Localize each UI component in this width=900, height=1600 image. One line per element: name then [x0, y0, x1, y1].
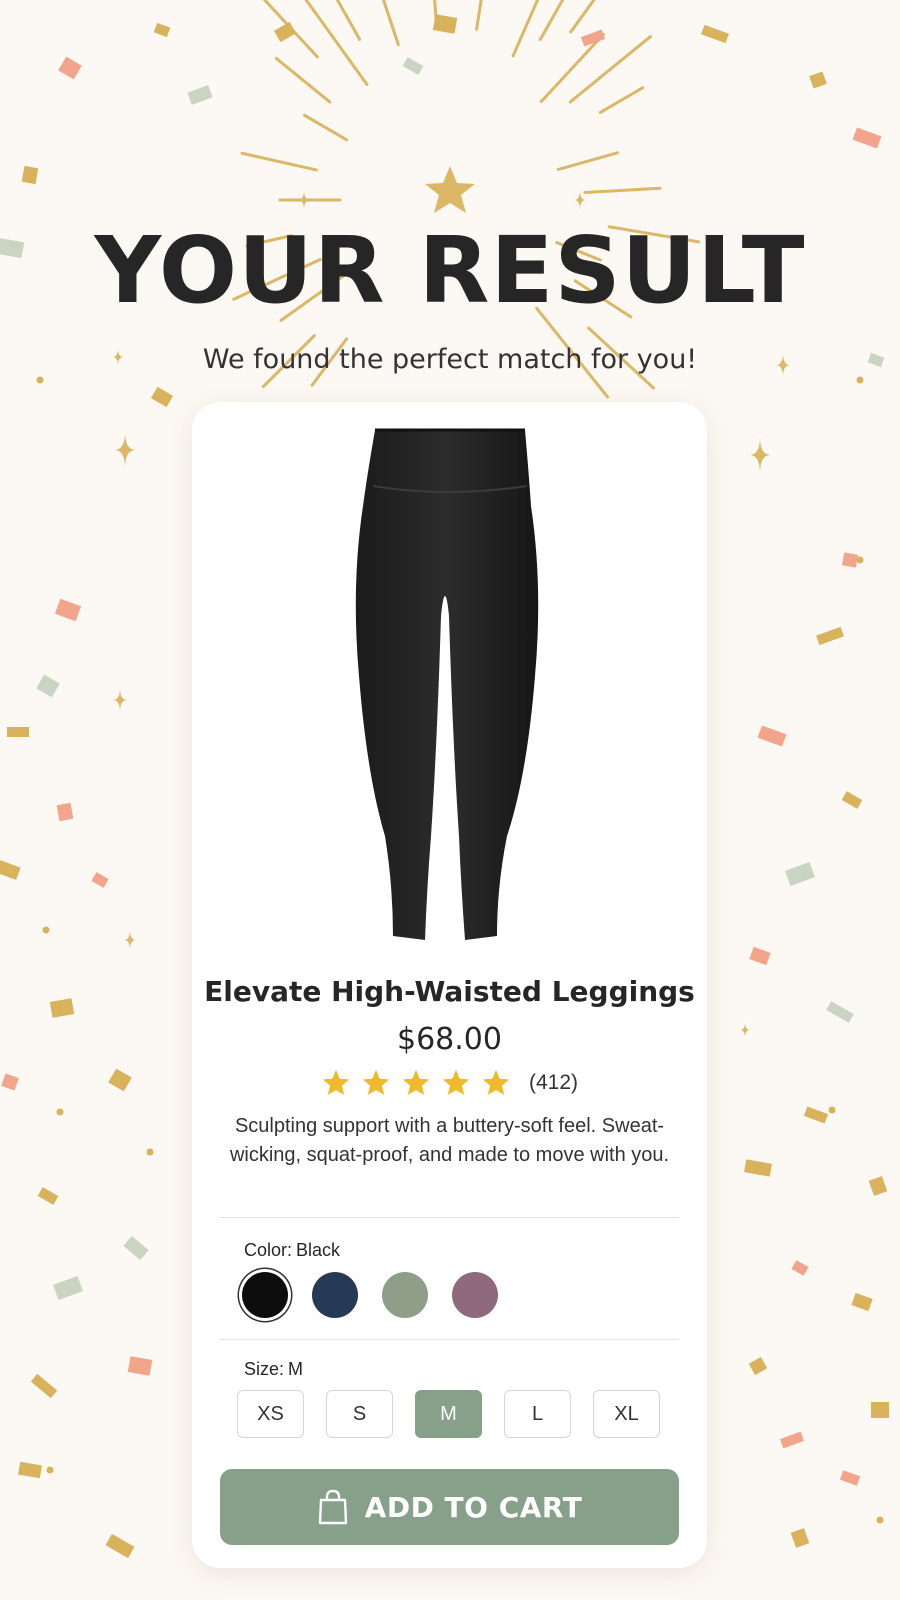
- confetti-dot: [56, 1108, 64, 1116]
- confetti-piece: [851, 1292, 873, 1312]
- confetti-piece: [841, 791, 863, 809]
- divider: [220, 1217, 679, 1218]
- color-swatch-black[interactable]: [242, 1272, 288, 1318]
- confetti-dot: [46, 1466, 54, 1474]
- confetti-piece: [432, 14, 458, 34]
- shopping-bag-icon: [318, 1489, 347, 1525]
- page-title: YOUR RESULT: [94, 217, 806, 324]
- star-icon: [442, 1069, 470, 1095]
- confetti-piece: [108, 1068, 132, 1092]
- confetti-piece: [803, 1106, 829, 1124]
- review-count[interactable]: (412): [529, 1071, 578, 1095]
- size-option-s[interactable]: S: [326, 1390, 393, 1438]
- add-to-cart-button[interactable]: ADD TO CART: [220, 1469, 679, 1545]
- confetti-piece: [37, 1187, 59, 1205]
- confetti-piece: [56, 802, 74, 822]
- color-swatches: [242, 1272, 498, 1318]
- confetti-piece: [58, 56, 82, 80]
- page-subtitle: We found the perfect match for you!: [202, 344, 698, 375]
- star-icon: [482, 1069, 510, 1095]
- star-icon: [362, 1069, 390, 1095]
- color-swatch-mauve[interactable]: [452, 1272, 498, 1318]
- confetti-piece: [123, 1235, 149, 1261]
- confetti-piece: [21, 165, 39, 185]
- product-price: $68.00: [397, 1022, 502, 1057]
- confetti-piece: [30, 1373, 58, 1399]
- confetti-piece: [273, 21, 297, 43]
- leggings-image: [355, 428, 539, 940]
- product-name: Elevate High-Waisted Leggings: [204, 975, 695, 1008]
- confetti-piece: [0, 860, 21, 880]
- color-label-text: Color:: [244, 1240, 293, 1260]
- confetti-piece: [868, 1176, 888, 1196]
- confetti-dot: [876, 1516, 884, 1524]
- confetti-piece: [841, 552, 859, 568]
- confetti-piece: [826, 1001, 854, 1023]
- size-label-text: Size:: [244, 1359, 285, 1379]
- confetti-piece: [150, 386, 174, 408]
- confetti-dot: [856, 556, 864, 564]
- confetti-piece: [402, 57, 424, 75]
- confetti-piece: [757, 725, 787, 747]
- confetti-piece: [127, 1356, 153, 1376]
- size-option-m[interactable]: M: [415, 1390, 482, 1438]
- confetti-piece: [49, 998, 75, 1018]
- confetti-dot: [146, 1148, 154, 1156]
- size-option-xl[interactable]: XL: [593, 1390, 660, 1438]
- color-label: Color: Black: [244, 1240, 340, 1261]
- confetti-piece: [187, 85, 213, 105]
- rating: (412): [192, 1068, 707, 1098]
- confetti-piece: [871, 1402, 889, 1418]
- confetti-piece: [852, 127, 882, 149]
- confetti-piece: [779, 1431, 805, 1449]
- confetti-piece: [785, 862, 815, 886]
- confetti-piece: [744, 1159, 772, 1177]
- star-icon: [322, 1069, 350, 1095]
- confetti-piece: [153, 22, 171, 38]
- confetti-piece: [749, 946, 771, 966]
- confetti-piece: [809, 71, 827, 89]
- product-card: Elevate High-Waisted Leggings $68.00 (41…: [192, 402, 707, 1568]
- add-to-cart-label: ADD TO CART: [364, 1490, 583, 1524]
- size-option-xs[interactable]: XS: [237, 1390, 304, 1438]
- color-swatch-navy[interactable]: [312, 1272, 358, 1318]
- confetti-piece: [91, 872, 109, 888]
- confetti-piece: [748, 1356, 768, 1376]
- confetti-piece: [816, 626, 844, 646]
- color-selected-value: Black: [296, 1240, 341, 1260]
- confetti-piece: [7, 727, 29, 737]
- divider: [220, 1339, 679, 1340]
- star-icon-top: [425, 166, 475, 213]
- confetti-piece: [18, 1461, 42, 1479]
- color-swatch-sage[interactable]: [382, 1272, 428, 1318]
- confetti-piece: [36, 674, 60, 698]
- confetti-piece: [790, 1528, 810, 1548]
- confetti-dot: [36, 376, 44, 384]
- confetti-dot: [828, 1106, 836, 1114]
- size-option-l[interactable]: L: [504, 1390, 571, 1438]
- star-icon: [402, 1069, 430, 1095]
- confetti-piece: [1, 1073, 19, 1091]
- confetti-piece: [54, 598, 82, 622]
- confetti-piece: [53, 1276, 83, 1300]
- size-options: XS S M L XL: [237, 1390, 660, 1438]
- confetti-piece: [105, 1533, 135, 1559]
- confetti-dot: [856, 376, 864, 384]
- confetti-piece: [839, 1470, 861, 1486]
- size-label: Size: M: [244, 1359, 303, 1380]
- size-selected-value: M: [288, 1359, 304, 1379]
- confetti-dot: [42, 926, 50, 934]
- product-description: Sculpting support with a buttery-soft fe…: [229, 1115, 670, 1166]
- confetti-piece: [701, 24, 729, 44]
- confetti-piece: [791, 1260, 809, 1276]
